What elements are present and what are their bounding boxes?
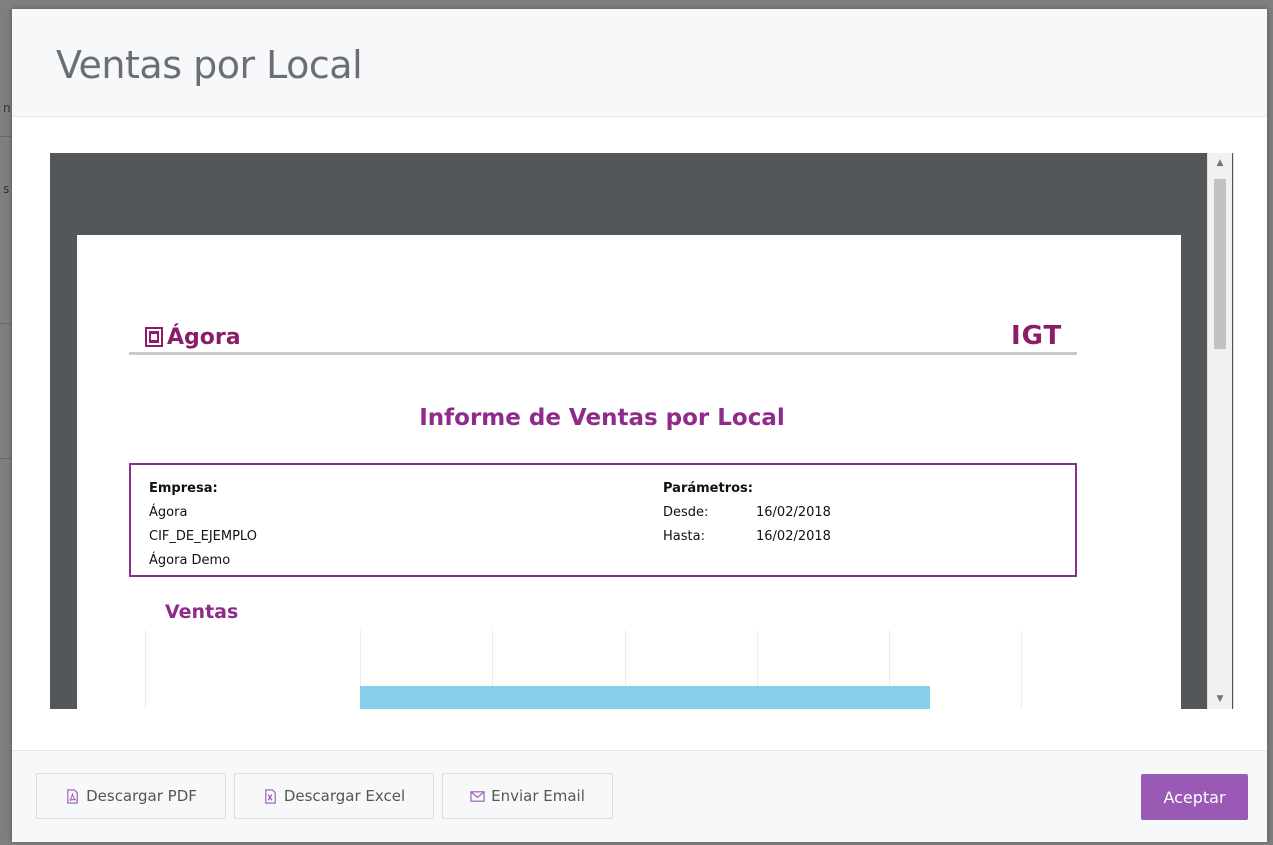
ventas-section-title: Ventas xyxy=(165,601,239,623)
download-excel-label: Descargar Excel xyxy=(283,787,406,805)
accept-button[interactable]: Aceptar xyxy=(1141,774,1248,820)
scroll-down-icon[interactable]: ▼ xyxy=(1208,689,1232,709)
modal-footer: Descargar PDF Descargar Excel Enviar Ema… xyxy=(12,750,1267,842)
modal-header: Ventas por Local xyxy=(12,9,1267,117)
agora-logo: Ágora xyxy=(145,323,241,351)
empresa-label: Empresa: xyxy=(149,481,218,496)
header-divider xyxy=(129,352,1077,355)
send-email-label: Enviar Email xyxy=(491,787,585,805)
background-text-fragment: s xyxy=(3,182,10,196)
file-excel-icon xyxy=(265,788,276,804)
hasta-value: 16/02/2018 xyxy=(756,529,831,544)
background-divider xyxy=(0,458,12,459)
report-title: Informe de Ventas por Local xyxy=(419,405,785,431)
chart-gridline xyxy=(1021,630,1022,709)
download-pdf-button[interactable]: Descargar PDF xyxy=(36,773,226,819)
report-info-box: Empresa: Ágora CIF_DE_EJEMPLO Ágora Demo… xyxy=(129,463,1077,577)
desde-value: 16/02/2018 xyxy=(756,505,831,520)
report-modal: Ventas por Local Ágora IGT Informe de Ve… xyxy=(12,9,1267,842)
empresa-cif: CIF_DE_EJEMPLO xyxy=(149,529,257,544)
param-desde: Desde: 16/02/2018 xyxy=(663,501,831,525)
parametros-label: Parámetros: xyxy=(663,481,753,496)
agora-logo-icon xyxy=(145,327,163,347)
agora-logo-text: Ágora xyxy=(167,324,241,350)
background-divider xyxy=(0,323,12,324)
scroll-thumb[interactable] xyxy=(1214,179,1226,349)
viewer-scrollbar[interactable]: ▲ ▼ xyxy=(1207,153,1232,709)
parametros-section: Parámetros: Desde: 16/02/2018 Hasta: 16/… xyxy=(663,477,831,549)
report-page: Ágora IGT Informe de Ventas por Local Em… xyxy=(77,235,1181,709)
empresa-name: Ágora xyxy=(149,505,188,520)
pdf-viewer[interactable]: Ágora IGT Informe de Ventas por Local Em… xyxy=(50,153,1234,709)
file-pdf-icon xyxy=(67,788,78,804)
empresa-section: Empresa: Ágora CIF_DE_EJEMPLO Ágora Demo xyxy=(149,477,257,573)
scroll-up-icon[interactable]: ▲ xyxy=(1208,153,1232,173)
download-excel-button[interactable]: Descargar Excel xyxy=(234,773,434,819)
ventas-chart xyxy=(145,630,1073,709)
chart-bar xyxy=(360,686,930,709)
chart-gridline xyxy=(145,630,146,709)
envelope-icon xyxy=(470,790,485,802)
background-divider xyxy=(0,136,12,137)
send-email-button[interactable]: Enviar Email xyxy=(442,773,613,819)
param-hasta: Hasta: 16/02/2018 xyxy=(663,525,831,549)
download-pdf-label: Descargar PDF xyxy=(86,787,197,805)
empresa-site: Ágora Demo xyxy=(149,553,231,568)
modal-title: Ventas por Local xyxy=(56,43,363,87)
igt-logo: IGT xyxy=(1011,321,1063,351)
desde-label: Desde: xyxy=(663,505,709,520)
background-text-fragment: n xyxy=(3,101,11,115)
hasta-label: Hasta: xyxy=(663,529,705,544)
